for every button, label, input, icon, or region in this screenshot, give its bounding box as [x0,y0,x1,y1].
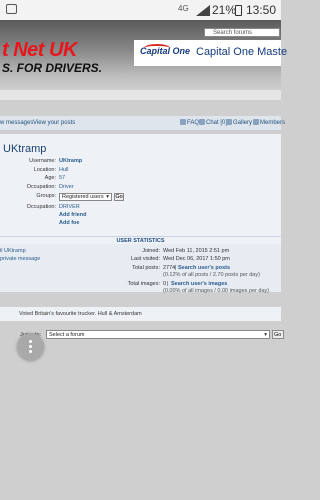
search-input[interactable]: Search forums [204,28,280,37]
signature-text: Voted Britain's favourite trucker. Hull … [19,311,142,317]
age-value: 57 [59,175,66,181]
nav-bar: w messages View your posts FAQ Chat [0] … [0,116,285,130]
chevron-down-icon: ▾ [106,194,109,200]
posts-detail: (0.12% of all posts / 2.70 posts per day… [163,272,260,278]
location-label: Location: [33,167,56,173]
image-notification-icon [6,4,17,14]
location-value: Hull [59,167,69,173]
nav-faq[interactable]: FAQ [187,120,199,126]
battery-percent: 21% [212,3,237,17]
add-friend-link[interactable]: Add friend [59,212,87,218]
nav-members[interactable]: Members [260,120,285,126]
advert-title: Capital One Maste [196,46,288,58]
status-bar: 4G 21% 13:50 [0,0,281,20]
posts-separator: | [175,265,177,271]
groups-go-button[interactable]: Go [114,193,124,201]
joined-value: Wed Feb 11, 2015 2:51 pm [163,248,230,254]
more-vert-icon-dot [29,350,32,353]
age-label: Age: [44,175,56,181]
total-images-value: 0 [163,281,167,287]
last-visited-label: Last visited: [130,256,160,262]
more-vert-icon [29,340,32,343]
gallery-icon [226,119,232,125]
last-visited-value: Wed Dec 06, 2017 1:50 pm [163,256,230,262]
groups-selected: Registered users [62,194,104,200]
site-logo[interactable]: t Net UK [2,39,77,62]
add-foe-link[interactable]: Add foe [59,220,79,226]
search-images-link[interactable]: Search user's images [171,281,227,287]
email-user-link[interactable]: il UKtramp [0,248,26,254]
total-posts-label: Total posts: [132,265,160,271]
nav-view-posts[interactable]: View your posts [33,120,75,126]
faq-icon [180,119,186,125]
groups-label: Groups: [36,193,56,199]
clock: 13:50 [246,3,277,17]
username-label: Username: [29,158,56,164]
total-posts-value: 2774 [163,265,176,271]
signal-icon [196,5,210,16]
private-message-link[interactable]: private message [0,256,40,262]
images-detail: (0.00% of all images / 0.00 images per d… [163,288,270,294]
battery-icon [235,5,242,16]
occupation-value: Driver [59,184,74,190]
occupation-label: Occupation: [26,184,56,190]
jump-to-select[interactable]: Select a forum ▾ [46,330,270,339]
groups-select[interactable]: Registered users ▾ [59,193,112,201]
header-stripe [0,90,281,100]
jump-to-selected: Select a forum [49,332,85,338]
signature-panel: Voted Britain's favourite trucker. Hull … [0,307,281,321]
username-value: UKtramp [59,158,83,164]
joined-label: Joined: [142,248,160,254]
site-tagline: S. FOR DRIVERS. [2,61,103,75]
nav-gallery[interactable]: Gallery [233,120,252,126]
images-separator: | [167,281,169,287]
advert-banner[interactable]: Capital One Capital One Maste [134,40,287,66]
more-options-button[interactable] [17,333,44,360]
occupation2-value: DRIVER [59,204,80,210]
nav-new-messages[interactable]: w messages [0,120,33,126]
jump-go-button[interactable]: Go [272,330,284,339]
search-posts-link[interactable]: Search user's posts [178,265,230,271]
network-type: 4G [178,4,189,13]
page-title: UKtramp [3,143,47,155]
nav-chat[interactable]: Chat [0] [206,120,227,126]
advert-logo: Capital One [140,46,191,56]
total-images-label: Total images: [127,281,160,287]
chat-icon [199,119,205,125]
more-vert-icon-dot [29,345,32,348]
members-icon [253,119,259,125]
chevron-down-icon: ▾ [264,332,267,338]
occupation2-label: Occupation: [26,204,56,210]
